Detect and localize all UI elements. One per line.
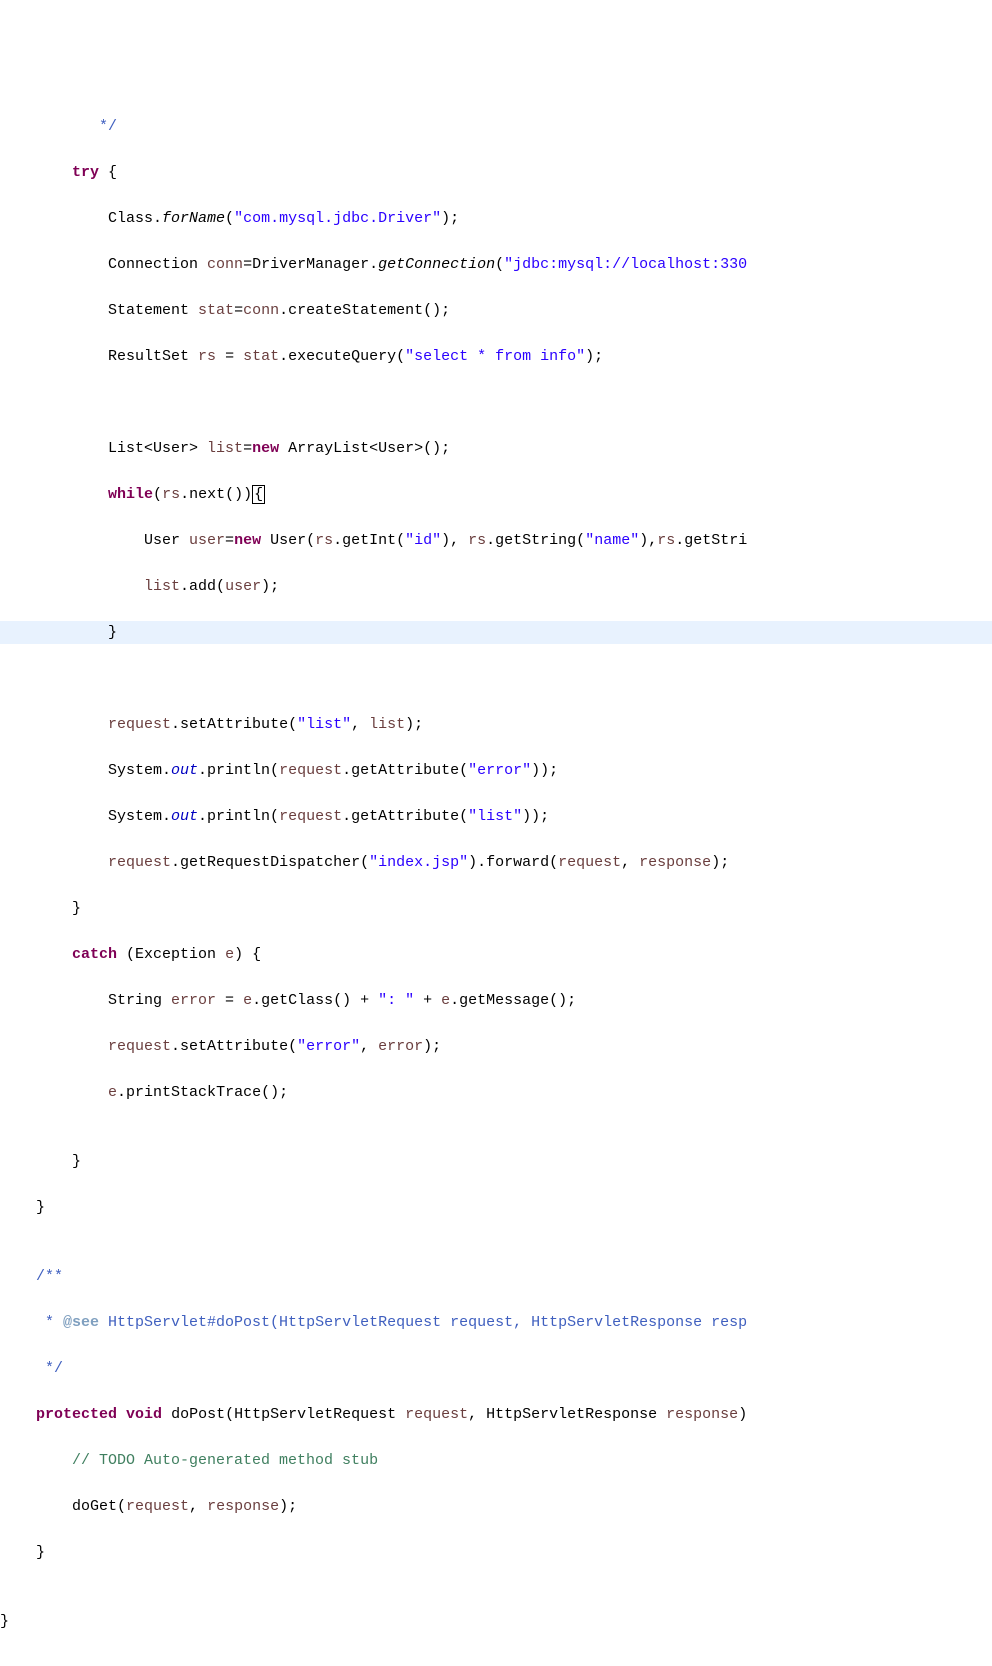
code-line: } (0, 1541, 992, 1564)
code-line: Connection conn=DriverManager.getConnect… (0, 253, 992, 276)
code-line: request.setAttribute("error", error); (0, 1035, 992, 1058)
code-line: request.setAttribute("list", list); (0, 713, 992, 736)
code-line: Class.forName("com.mysql.jdbc.Driver"); (0, 207, 992, 230)
code-line (0, 667, 992, 690)
code-line (0, 391, 992, 414)
code-line: } (0, 1196, 992, 1219)
code-line: list.add(user); (0, 575, 992, 598)
code-line: request.getRequestDispatcher("index.jsp"… (0, 851, 992, 874)
code-line: User user=new User(rs.getInt("id"), rs.g… (0, 529, 992, 552)
code-line: String error = e.getClass() + ": " + e.g… (0, 989, 992, 1012)
code-line: doGet(request, response); (0, 1495, 992, 1518)
code-line: } (0, 897, 992, 920)
code-editor[interactable]: */ try { Class.forName("com.mysql.jdbc.D… (0, 92, 992, 1656)
code-line: // TODO Auto-generated method stub (0, 1449, 992, 1472)
code-line: System.out.println(request.getAttribute(… (0, 759, 992, 782)
code-line: */ (0, 115, 992, 138)
code-line: * @see HttpServlet#doPost(HttpServletReq… (0, 1311, 992, 1334)
cursor-bracket: { (252, 485, 265, 504)
code-line: /** (0, 1265, 992, 1288)
code-line: } (0, 1610, 992, 1633)
code-line: } (0, 1150, 992, 1173)
code-line: Statement stat=conn.createStatement(); (0, 299, 992, 322)
code-line: System.out.println(request.getAttribute(… (0, 805, 992, 828)
code-line: catch (Exception e) { (0, 943, 992, 966)
code-line: e.printStackTrace(); (0, 1081, 992, 1104)
code-line: List<User> list=new ArrayList<User>(); (0, 437, 992, 460)
code-line: protected void doPost(HttpServletRequest… (0, 1403, 992, 1426)
code-line: ResultSet rs = stat.executeQuery("select… (0, 345, 992, 368)
code-line: while(rs.next()){ (0, 483, 992, 506)
code-line: try { (0, 161, 992, 184)
code-line-highlighted: } (0, 621, 992, 644)
code-line: */ (0, 1357, 992, 1380)
